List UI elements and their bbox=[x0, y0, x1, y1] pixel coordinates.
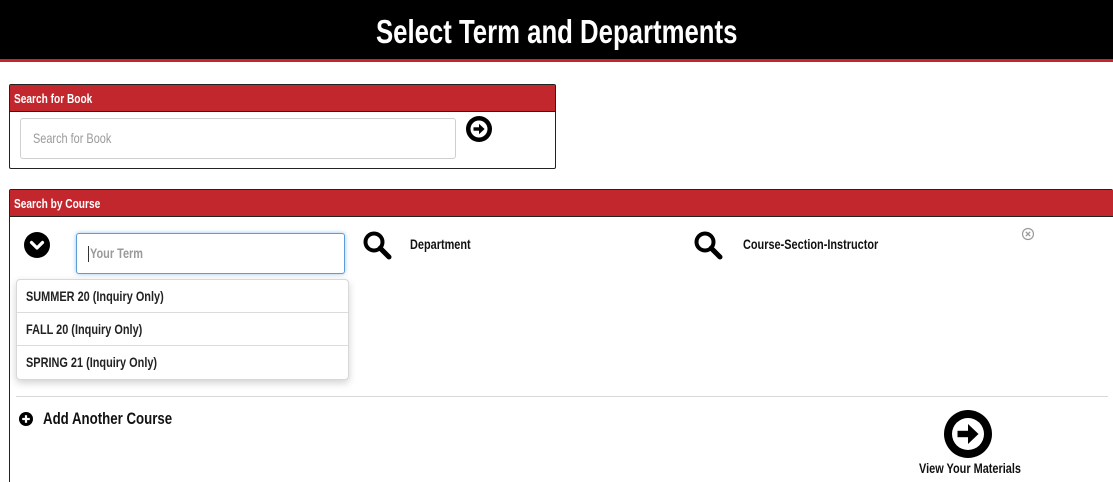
chevron-down-icon[interactable] bbox=[24, 232, 50, 258]
department-search-icon[interactable] bbox=[362, 230, 392, 260]
clear-icon[interactable] bbox=[1021, 227, 1035, 241]
view-materials-arrow-icon[interactable] bbox=[944, 410, 992, 458]
term-option[interactable]: FALL 20 (Inquiry Only) bbox=[17, 313, 348, 346]
term-option[interactable]: SUMMER 20 (Inquiry Only) bbox=[17, 280, 348, 313]
text-caret bbox=[88, 246, 89, 263]
add-another-course-label: Add Another Course bbox=[43, 409, 173, 428]
search-for-book-heading: Search for Book bbox=[10, 85, 555, 112]
book-search-input[interactable]: Search for Book bbox=[20, 118, 456, 159]
search-for-book-panel: Search for Book Search for Book bbox=[9, 84, 556, 169]
search-by-course-heading: Search by Course bbox=[10, 190, 1113, 217]
page-title: Select Term and Departments bbox=[375, 13, 738, 50]
page-header: Select Term and Departments bbox=[0, 0, 1113, 62]
term-dropdown: SUMMER 20 (Inquiry Only) FALL 20 (Inquir… bbox=[16, 279, 349, 380]
course-section-instructor-label: Course-Section-Instructor bbox=[743, 236, 879, 252]
book-search-submit-icon[interactable] bbox=[466, 116, 492, 142]
search-by-course-panel: Search by Course Your Term Department Co… bbox=[9, 189, 1113, 482]
term-input[interactable]: Your Term bbox=[76, 233, 345, 274]
section-divider bbox=[16, 396, 1108, 397]
plus-circle-icon bbox=[19, 412, 33, 426]
view-your-materials-label[interactable]: View Your Materials bbox=[919, 460, 1050, 476]
term-placeholder: Your Term bbox=[90, 245, 143, 261]
term-option[interactable]: SPRING 21 (Inquiry Only) bbox=[17, 346, 348, 379]
book-search-placeholder: Search for Book bbox=[33, 130, 112, 146]
course-search-icon[interactable] bbox=[693, 230, 723, 260]
department-label: Department bbox=[410, 236, 471, 252]
